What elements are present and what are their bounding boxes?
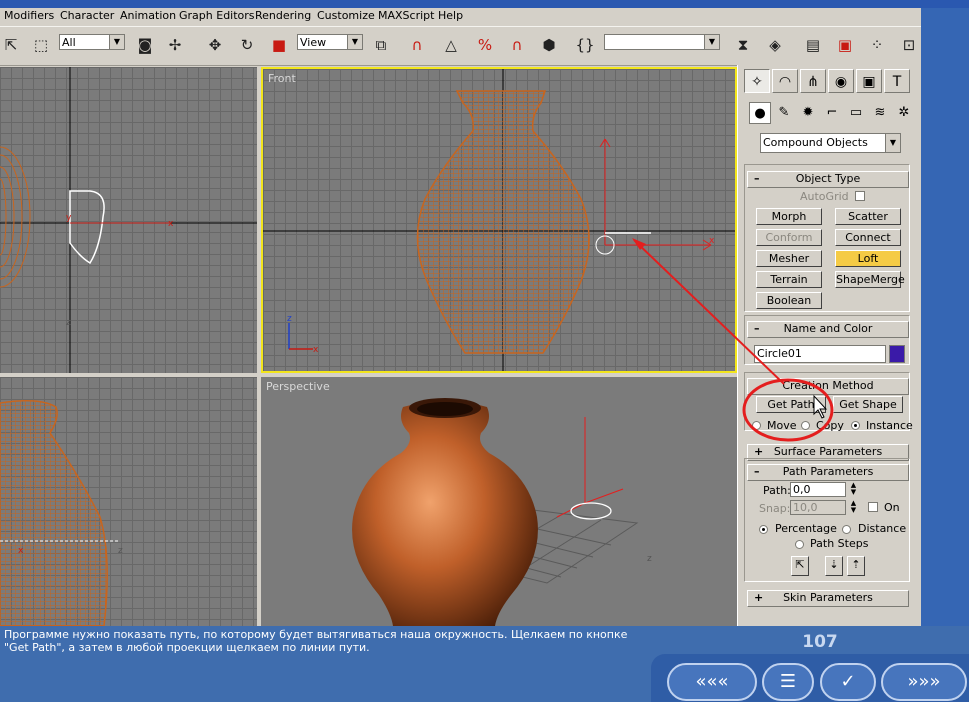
next-page-button[interactable]: »»»	[881, 663, 967, 701]
mouse-cursor-icon	[813, 394, 828, 419]
annotation-overlay	[632, 238, 834, 442]
caption-line-2: "Get Path", а затем в любой проекции щел…	[4, 641, 370, 654]
page-number: 107	[802, 632, 838, 652]
tutorial-caption: Программе нужно показать путь, по которо…	[4, 628, 664, 654]
caption-line-1: Программе нужно показать путь, по которо…	[4, 628, 628, 641]
check-button[interactable]: ✓	[820, 663, 876, 701]
prev-page-button[interactable]: «««	[667, 663, 757, 701]
contents-button[interactable]: ☰	[762, 663, 814, 701]
annotation-arrow	[633, 239, 785, 385]
max-application: Modifiers Character Animation Graph Edit…	[0, 8, 921, 626]
window-titlebar	[0, 0, 969, 8]
window-right-frame	[921, 8, 969, 626]
